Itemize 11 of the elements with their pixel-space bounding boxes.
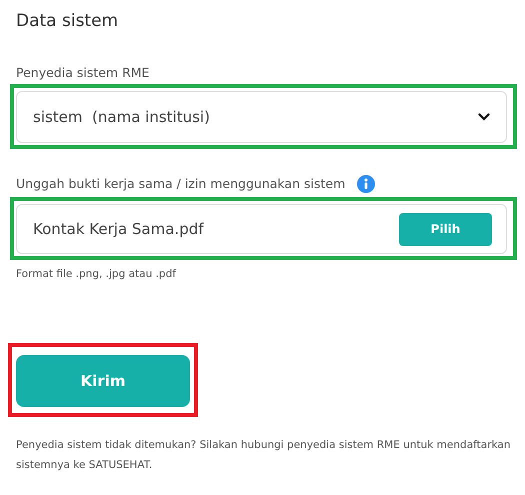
choose-file-button[interactable]: Pilih [399,212,492,246]
chevron-down-icon [478,113,490,121]
format-hint: Format file .png, .jpg atau .pdf [16,268,178,280]
info-icon[interactable] [357,175,376,193]
submit-button[interactable]: Kirim [16,355,190,407]
field-label: Unggah bukti kerja sama / izin menggunakan sistem [16,175,346,193]
provider-dropdown[interactable]: sistem (nama institusi) [16,91,507,143]
field-label: Penyedia sistem RME [16,65,150,81]
footer-note: Penyedia sistem tidak ditemukan? Silakan hubungi penyedia sistem RME untuk mendaftarkan sistemnya ke SATUSEHAT. [16,438,512,473]
file-name: Kontak Kerja Sama.pdf [33,220,204,238]
section-title: Data sistem [16,10,120,32]
